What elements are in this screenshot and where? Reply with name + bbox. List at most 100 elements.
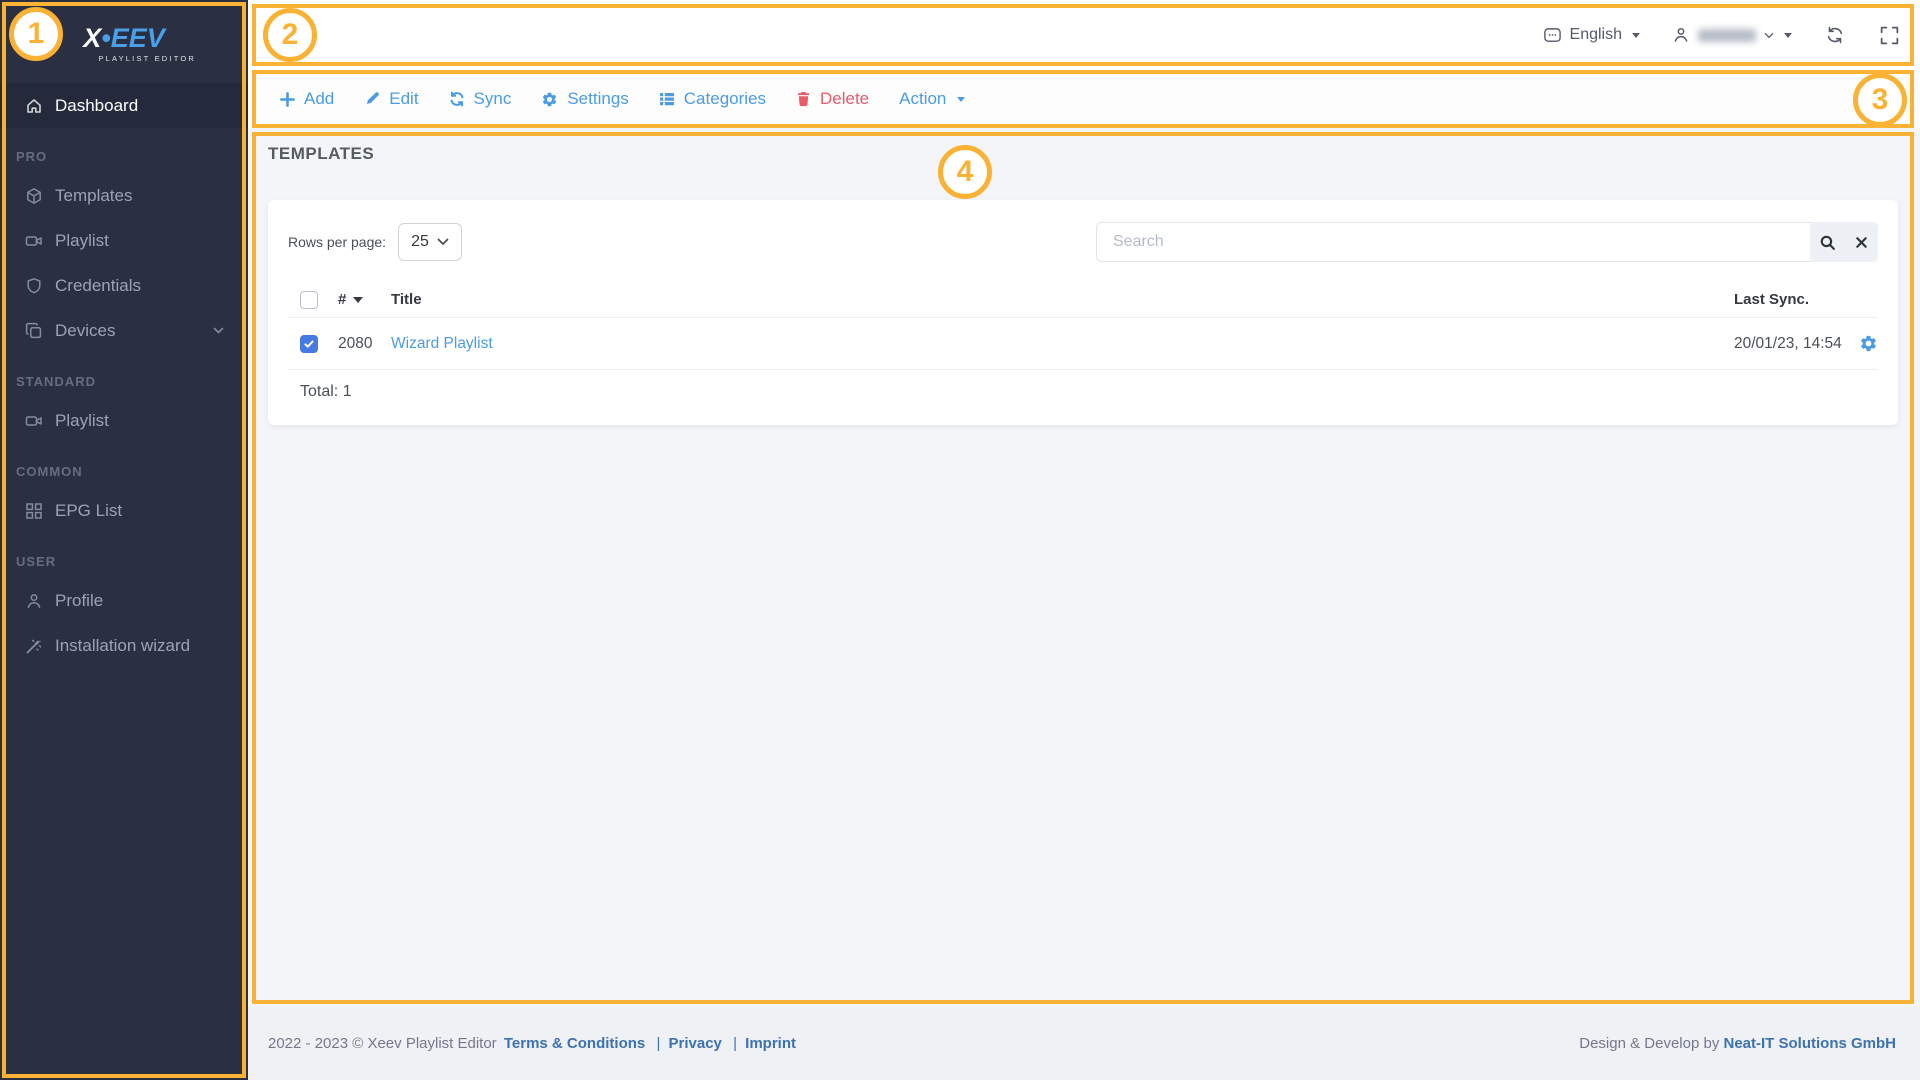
sync-label: Sync xyxy=(474,89,512,109)
user-menu[interactable] xyxy=(1656,26,1808,44)
chevron-down-icon xyxy=(213,327,224,334)
home-icon xyxy=(24,96,44,116)
row-id: 2080 xyxy=(338,335,391,353)
refresh-button[interactable] xyxy=(1808,25,1862,45)
sidebar-item-dashboard[interactable]: Dashboard xyxy=(0,83,248,128)
table-controls: Rows per page: 25 xyxy=(288,222,1878,262)
rows-per-page-select[interactable]: 25 xyxy=(398,223,462,261)
edit-button[interactable]: Edit xyxy=(364,89,418,109)
topbar: English xyxy=(248,0,1920,70)
settings-label: Settings xyxy=(567,89,628,109)
column-id-label: # xyxy=(338,291,346,308)
sidebar-item-label: Playlist xyxy=(55,231,109,251)
table-header: # Title Last Sync. xyxy=(288,282,1878,318)
pencil-icon xyxy=(364,91,380,107)
action-dropdown-button[interactable]: Action xyxy=(899,89,965,109)
list-icon xyxy=(659,91,675,107)
main-area: English xyxy=(248,0,1920,1080)
templates-card: Rows per page: 25 xyxy=(268,200,1898,425)
row-checkbox[interactable] xyxy=(300,335,318,353)
logo-subtitle: PLAYLIST EDITOR xyxy=(98,54,196,63)
sidebar-section-pro: PRO xyxy=(0,128,248,173)
row-settings-button[interactable] xyxy=(1859,334,1878,353)
row-title-link[interactable]: Wizard Playlist xyxy=(391,335,493,352)
table-row: 2080 Wizard Playlist 20/01/23, 14:54 xyxy=(288,318,1878,370)
fullscreen-icon xyxy=(1879,25,1900,46)
trash-icon xyxy=(796,91,811,107)
edit-label: Edit xyxy=(389,89,418,109)
video-camera-icon xyxy=(24,411,44,431)
logo-eev: EEV xyxy=(111,23,165,53)
sidebar-item-playlist-pro[interactable]: Playlist xyxy=(0,218,248,263)
search-bar xyxy=(1096,222,1878,262)
refresh-icon xyxy=(1825,25,1845,45)
sidebar-item-label: Devices xyxy=(55,321,115,341)
user-icon xyxy=(1672,26,1690,44)
delete-label: Delete xyxy=(820,89,869,109)
categories-button[interactable]: Categories xyxy=(659,89,766,109)
language-label: English xyxy=(1570,26,1622,44)
chevron-down-icon xyxy=(1764,32,1774,39)
devices-copy-icon xyxy=(24,321,44,341)
total-count: Total: 1 xyxy=(288,370,1878,413)
username-blurred xyxy=(1698,29,1756,42)
message-icon xyxy=(1543,26,1562,45)
credit-link[interactable]: Neat-IT Solutions GmbH xyxy=(1724,1035,1897,1052)
language-selector[interactable]: English xyxy=(1527,26,1656,45)
page-title: TEMPLATES xyxy=(268,144,1900,164)
chevron-down-icon xyxy=(437,238,449,246)
rows-per-page-value: 25 xyxy=(411,233,429,251)
search-input[interactable] xyxy=(1096,222,1810,262)
footer-separator: | xyxy=(733,1035,737,1052)
magic-wand-icon xyxy=(24,636,44,656)
logo-wordmark: X•EEV xyxy=(83,25,165,52)
fullscreen-button[interactable] xyxy=(1862,25,1900,46)
sidebar-item-label: Playlist xyxy=(55,411,109,431)
categories-label: Categories xyxy=(684,89,766,109)
add-label: Add xyxy=(304,89,334,109)
credit-prefix: Design & Develop by xyxy=(1579,1035,1719,1052)
delete-button[interactable]: Delete xyxy=(796,89,869,109)
sidebar-item-profile[interactable]: Profile xyxy=(0,578,248,623)
select-all-checkbox[interactable] xyxy=(300,291,318,309)
terms-link[interactable]: Terms & Conditions xyxy=(504,1035,645,1052)
sidebar-item-label: Profile xyxy=(55,591,103,611)
cube-icon xyxy=(24,186,44,206)
column-header-last-sync[interactable]: Last Sync. xyxy=(1734,291,1844,308)
clear-search-button[interactable] xyxy=(1844,222,1878,262)
toolbar: Add Edit Sync Settings Categories Delete xyxy=(248,70,1920,128)
sidebar-section-common: COMMON xyxy=(0,443,248,488)
plus-icon xyxy=(280,92,295,107)
footer-credit: Design & Develop by Neat-IT Solutions Gm… xyxy=(1579,1035,1896,1052)
sidebar-section-user: USER xyxy=(0,533,248,578)
sidebar-item-label: Templates xyxy=(55,186,132,206)
close-icon xyxy=(1854,235,1869,250)
sync-button[interactable]: Sync xyxy=(449,89,512,109)
shield-icon xyxy=(24,276,44,296)
video-camera-icon xyxy=(24,231,44,251)
action-label: Action xyxy=(899,89,946,109)
settings-button[interactable]: Settings xyxy=(541,89,628,109)
sidebar-item-credentials[interactable]: Credentials xyxy=(0,263,248,308)
gear-icon xyxy=(541,91,558,108)
search-icon xyxy=(1819,234,1836,251)
row-last-sync: 20/01/23, 14:54 xyxy=(1734,335,1844,353)
sidebar-item-epg-list[interactable]: EPG List xyxy=(0,488,248,533)
add-button[interactable]: Add xyxy=(280,89,334,109)
search-button-group xyxy=(1810,222,1878,262)
imprint-link[interactable]: Imprint xyxy=(745,1035,796,1052)
footer-copyright: 2022 - 2023 © Xeev Playlist Editor Terms… xyxy=(268,1035,799,1052)
sidebar-item-label: Dashboard xyxy=(55,96,138,116)
sidebar-item-installation-wizard[interactable]: Installation wizard xyxy=(0,623,248,668)
sync-icon xyxy=(449,91,465,107)
rows-per-page-label: Rows per page: xyxy=(288,234,386,250)
search-button[interactable] xyxy=(1810,222,1844,262)
column-header-id[interactable]: # xyxy=(338,291,391,308)
column-header-title[interactable]: Title xyxy=(391,291,1734,308)
rows-per-page: Rows per page: 25 xyxy=(288,223,462,261)
sidebar-item-templates[interactable]: Templates xyxy=(0,173,248,218)
privacy-link[interactable]: Privacy xyxy=(669,1035,722,1052)
sidebar-section-standard: STANDARD xyxy=(0,353,248,398)
sidebar-item-devices[interactable]: Devices xyxy=(0,308,248,353)
sidebar-item-playlist-standard[interactable]: Playlist xyxy=(0,398,248,443)
